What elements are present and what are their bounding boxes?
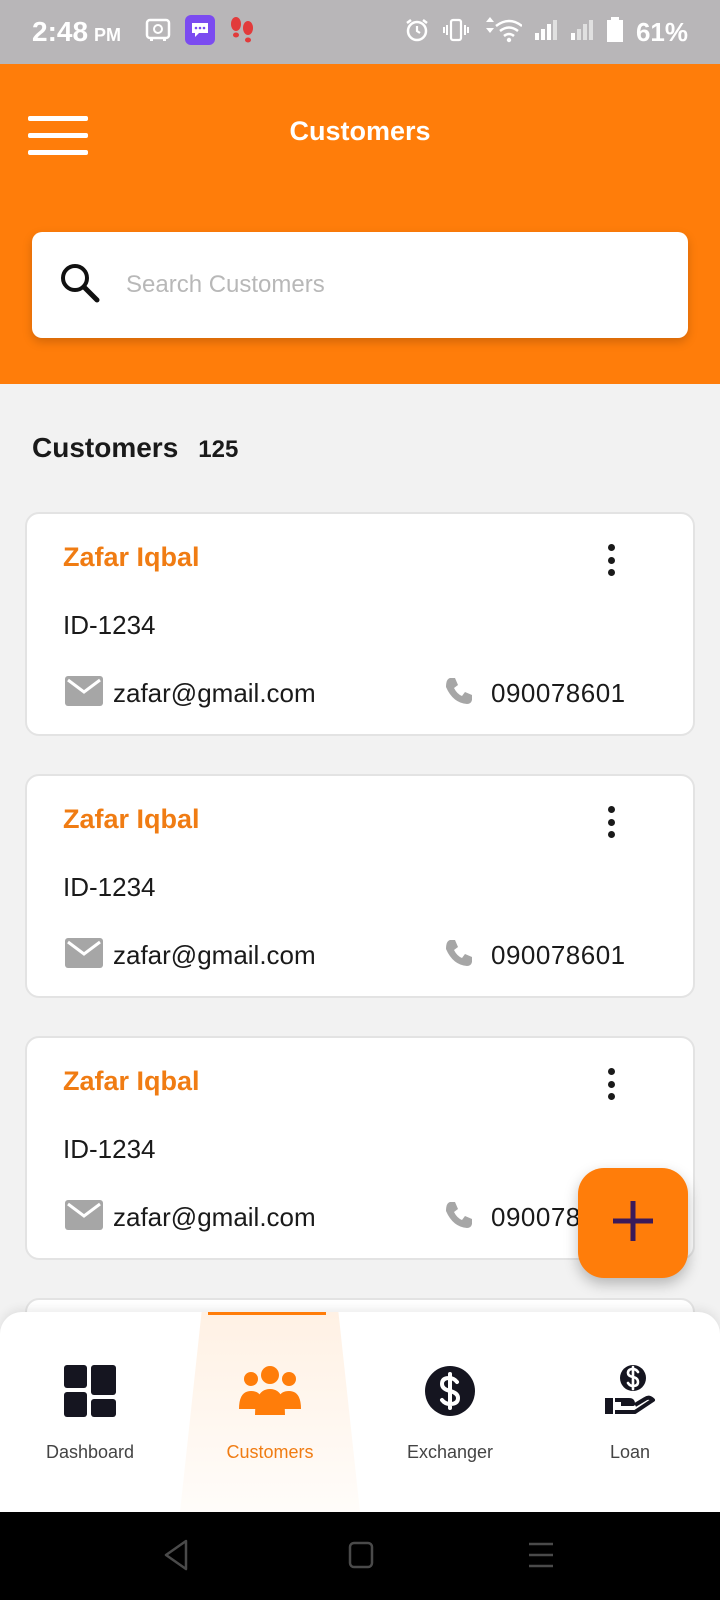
nav-label-exchanger: Exchanger xyxy=(406,1442,494,1462)
battery-percent: 61% xyxy=(635,16,688,47)
search-bar[interactable] xyxy=(32,232,688,338)
mail-icon xyxy=(65,676,103,711)
status-time: 2:48 xyxy=(32,16,89,47)
customer-email: zafar@gmail.com xyxy=(113,678,316,708)
more-options-icon[interactable] xyxy=(599,802,623,842)
signal-icon xyxy=(570,19,594,46)
home-icon[interactable] xyxy=(346,1538,376,1577)
app-bar: Customers xyxy=(0,64,720,384)
plus-icon xyxy=(609,1197,657,1250)
customer-name[interactable]: Zafar Iqbal xyxy=(63,542,200,573)
customer-id: ID-1234 xyxy=(63,872,156,902)
bottom-navigation: Dashboard Customers Exchanger Loan xyxy=(0,1312,720,1512)
nav-item-customers[interactable]: Customers xyxy=(180,1362,360,1463)
customer-count-label: Customers xyxy=(32,432,179,463)
chat-icon xyxy=(185,14,216,50)
phone-icon xyxy=(443,938,473,973)
signal-icon xyxy=(534,19,558,46)
customer-email-row: zafar@gmail.com xyxy=(65,676,316,711)
customer-email: zafar@gmail.com xyxy=(113,940,316,970)
recents-icon[interactable] xyxy=(526,1538,556,1577)
customer-phone: 090078601 xyxy=(491,940,626,970)
customer-id: ID-1234 xyxy=(63,1134,156,1164)
mail-icon xyxy=(65,938,103,973)
more-options-icon[interactable] xyxy=(599,1064,623,1104)
vibrate-icon xyxy=(442,18,470,47)
customer-phone-row: 090078601 xyxy=(443,938,626,973)
nav-item-loan[interactable]: Loan xyxy=(540,1362,720,1463)
more-options-icon[interactable] xyxy=(599,540,623,580)
add-customer-button[interactable] xyxy=(578,1168,688,1278)
nav-label-customers: Customers xyxy=(226,1442,314,1462)
wifi-icon xyxy=(482,16,523,49)
hand-dollar-icon xyxy=(603,1364,657,1423)
dollar-circle-icon xyxy=(424,1365,476,1422)
phone-icon xyxy=(443,1200,473,1235)
battery-icon xyxy=(606,16,624,48)
dashboard-grid-icon xyxy=(64,1364,116,1422)
status-ampm: PM xyxy=(94,24,122,45)
phone-icon xyxy=(443,676,473,711)
customer-id: ID-1234 xyxy=(63,610,156,640)
search-icon[interactable] xyxy=(58,261,102,310)
customer-count-row: Customers 125 xyxy=(32,432,238,464)
customer-phone-row: 090078601 xyxy=(443,676,626,711)
nav-label-dashboard: Dashboard xyxy=(45,1442,135,1462)
vault-icon xyxy=(145,18,171,47)
mail-icon xyxy=(65,1200,103,1235)
nav-item-exchanger[interactable]: Exchanger xyxy=(360,1362,540,1463)
nav-item-dashboard[interactable]: Dashboard xyxy=(0,1362,180,1463)
page-title: Customers xyxy=(289,116,431,146)
people-group-icon xyxy=(239,1365,301,1422)
customer-name[interactable]: Zafar Iqbal xyxy=(63,1066,200,1097)
customer-email: zafar@gmail.com xyxy=(113,1202,316,1232)
customer-name[interactable]: Zafar Iqbal xyxy=(63,804,200,835)
customer-card[interactable]: Zafar Iqbal ID-1234 zafar@gmail.com 0900… xyxy=(25,512,695,736)
footsteps-icon xyxy=(229,15,255,50)
status-bar: 2:48 PM 61% xyxy=(0,0,720,64)
active-tab-indicator xyxy=(208,1312,326,1315)
search-input[interactable] xyxy=(126,271,626,299)
customer-card[interactable]: Zafar Iqbal ID-1234 zafar@gmail.com 0900… xyxy=(25,774,695,998)
system-navigation-bar xyxy=(0,1512,720,1600)
alarm-icon xyxy=(404,17,430,48)
customer-phone: 090078601 xyxy=(491,678,626,708)
back-icon[interactable] xyxy=(162,1538,192,1577)
customer-email-row: zafar@gmail.com xyxy=(65,938,316,973)
nav-label-loan: Loan xyxy=(609,1442,651,1462)
customer-email-row: zafar@gmail.com xyxy=(65,1200,316,1235)
customer-count-value: 125 xyxy=(198,436,239,463)
